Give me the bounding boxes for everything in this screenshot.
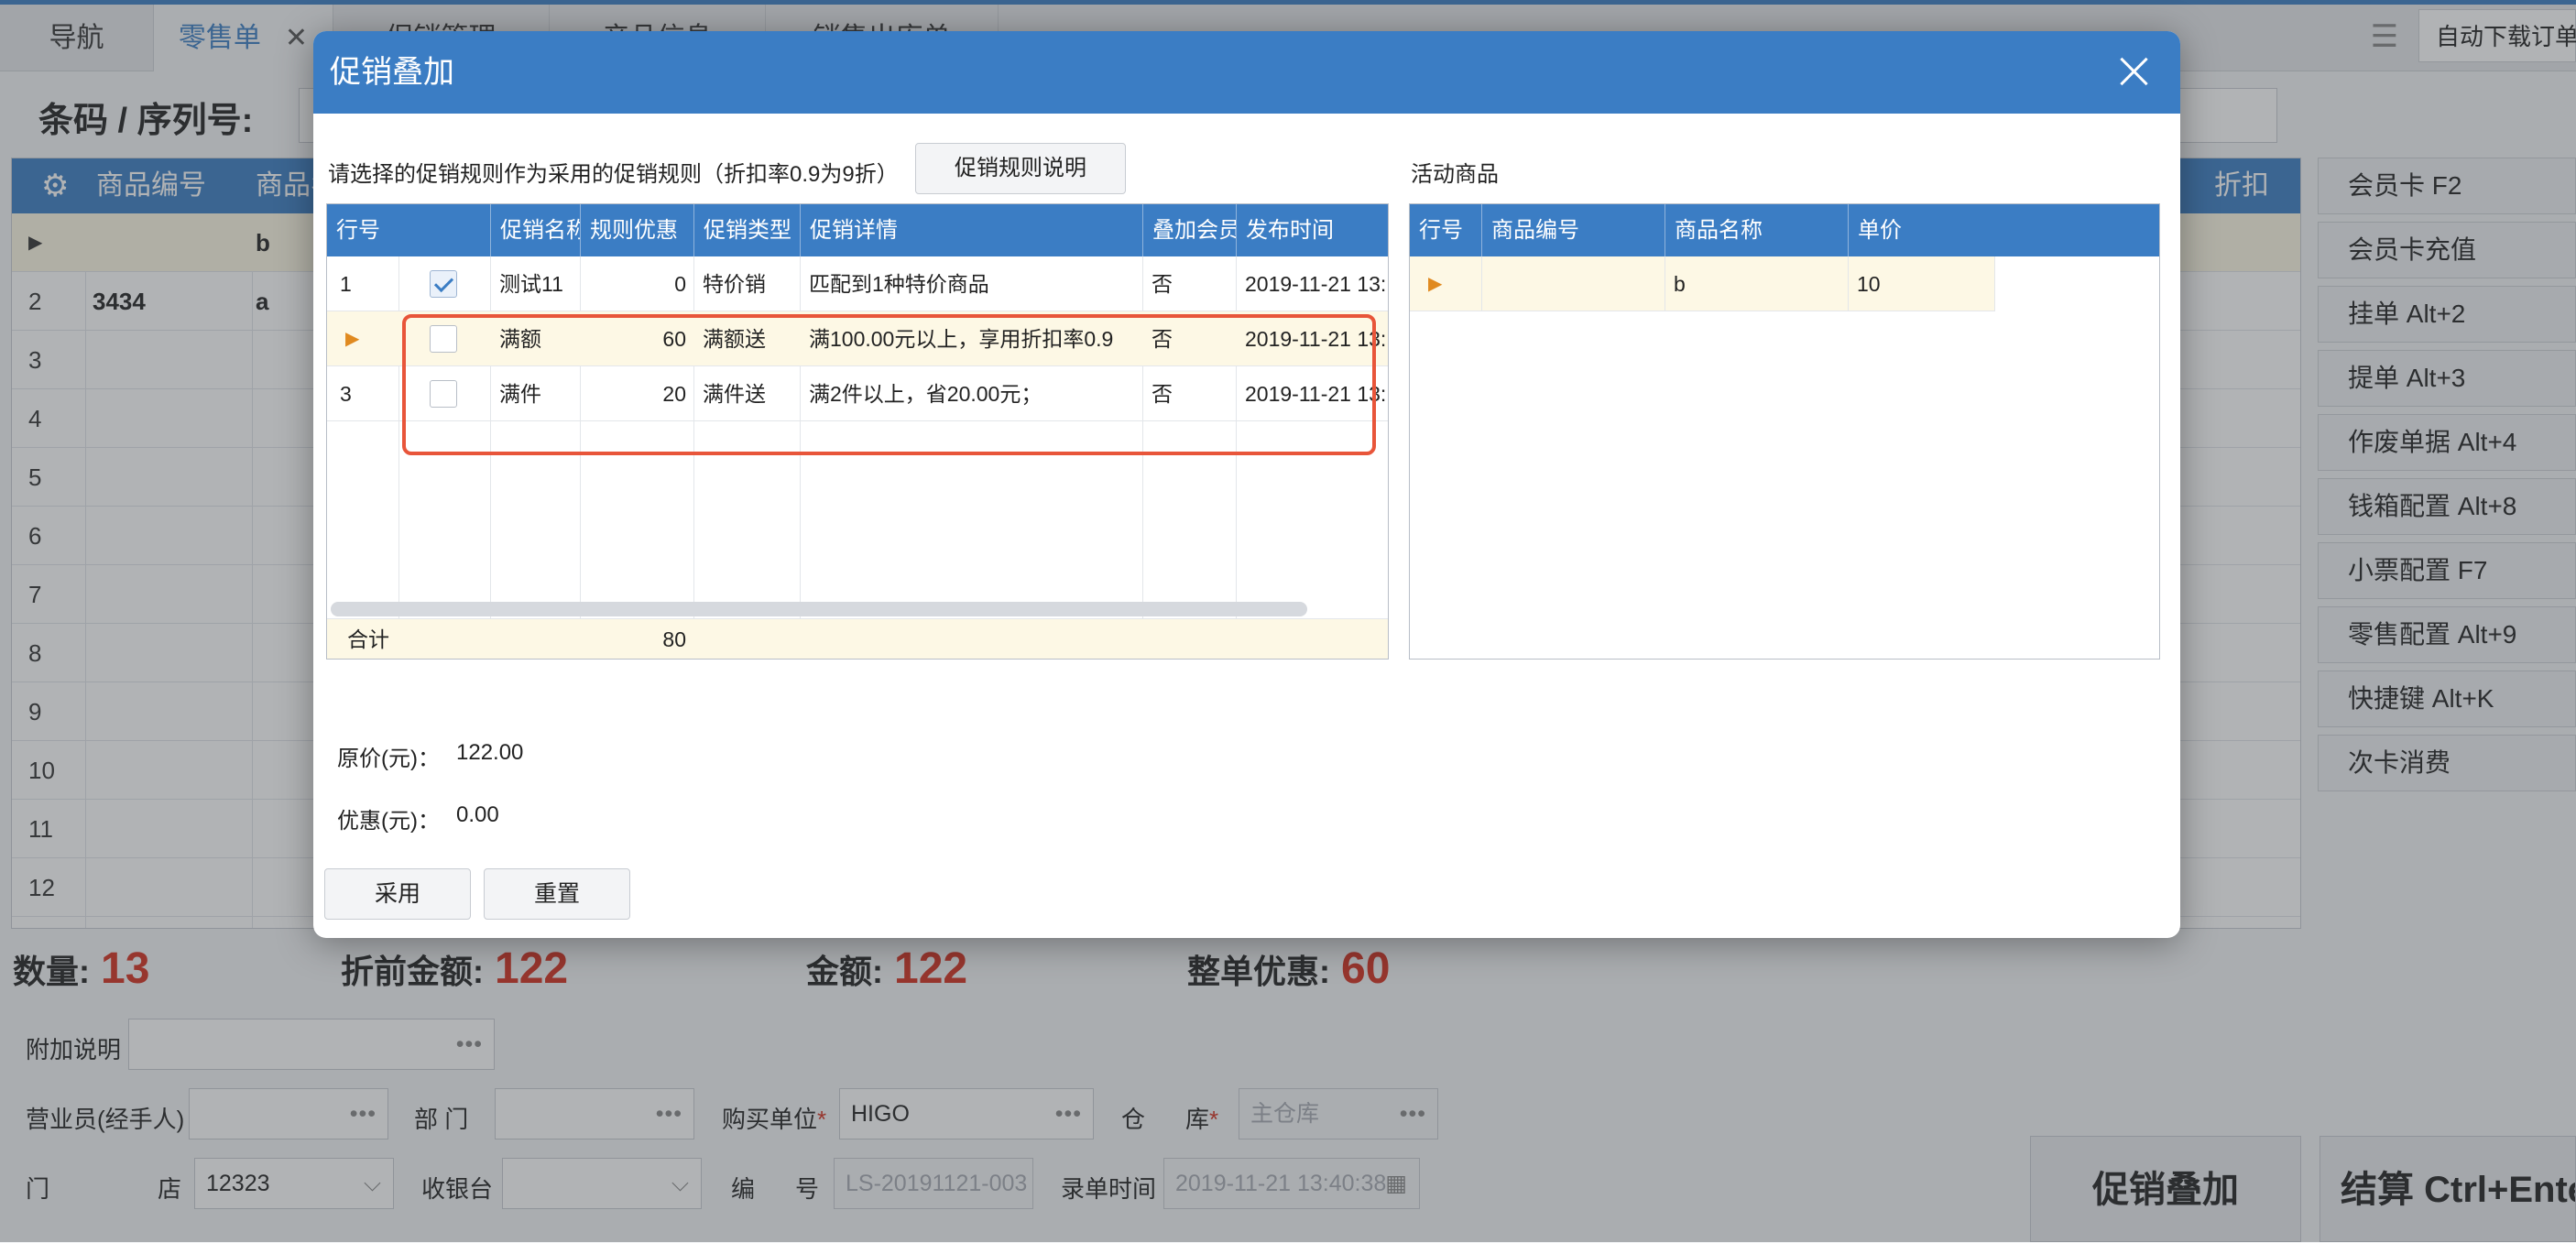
total-label: 合计 (347, 627, 389, 651)
activity-goods-grid: 行号 商品编号 商品名称 单价 ▶ b 10 (1409, 203, 2160, 660)
promo-stack-dialog: 促销叠加 请选择的促销规则作为采用的促销规则（折扣率0.9为9折） 促销规则说明… (313, 31, 2180, 938)
table-row[interactable]: 1 测试11 0 特价销 匹配到1种特价商品 否 2019-11-21 13: (327, 256, 1388, 311)
horizontal-scrollbar[interactable] (331, 602, 1307, 616)
original-price-label: 原价(元)： (337, 747, 440, 771)
close-icon[interactable] (2112, 49, 2156, 93)
dialog-title: 促销叠加 (330, 55, 454, 90)
apply-button[interactable]: 采用 (324, 868, 471, 920)
table-row[interactable]: ▶ b 10 (1410, 256, 1994, 311)
cell-rule-discount: 0 (674, 272, 686, 296)
header-publish-time: 发布时间 (1236, 204, 1388, 256)
highlight-box (402, 314, 1376, 455)
header-unit-price: 单价 (1848, 204, 1994, 256)
cell-promo-name: 测试11 (499, 272, 563, 296)
cell-promo-detail: 匹配到1种特价商品 (809, 272, 989, 296)
rule-explanation-button[interactable]: 促销规则说明 (915, 143, 1126, 194)
rules-total-row: 合计 80 (327, 618, 1388, 659)
header-promo-name: 促销名称 (490, 204, 580, 256)
cell-stack-member: 否 (1152, 272, 1173, 296)
goods-grid-header: 行号 商品编号 商品名称 单价 (1410, 204, 2159, 256)
cell-publish-time: 2019-11-21 13: (1245, 272, 1387, 296)
discount-price-label: 优惠(元)： (337, 809, 440, 834)
dialog-header: 促销叠加 (313, 31, 2180, 114)
header-promo-type: 促销类型 (693, 204, 800, 256)
rules-grid-header: 行号 促销名称 规则优惠 促销类型 促销详情 叠加会员 发布时间 (327, 204, 1388, 256)
cell-unit-price: 10 (1857, 272, 1881, 296)
header-row-no: 行号 (1419, 218, 1463, 243)
total-value: 80 (662, 627, 686, 651)
header-stack-member: 叠加会员 (1142, 204, 1236, 256)
rule-checkbox[interactable] (430, 270, 457, 298)
header-rule-discount: 规则优惠 (580, 204, 693, 256)
discount-price-value: 0.00 (456, 802, 499, 827)
cell-row-no: 3 (340, 382, 352, 406)
reset-button[interactable]: 重置 (484, 868, 630, 920)
original-price-value: 122.00 (456, 740, 524, 765)
header-goods-code: 商品编号 (1481, 204, 1665, 256)
row-pointer-icon: ▶ (345, 329, 360, 349)
rules-hint: 请选择的促销规则作为采用的促销规则（折扣率0.9为9折） (328, 162, 899, 187)
cell-goods-name: b (1674, 272, 1686, 296)
header-goods-name: 商品名称 (1665, 204, 1848, 256)
header-row-no: 行号 (336, 218, 380, 243)
row-pointer-icon: ▶ (1428, 274, 1443, 294)
cell-row-no: 1 (340, 272, 352, 296)
header-promo-detail: 促销详情 (800, 204, 1142, 256)
cell-promo-type: 特价销 (703, 272, 766, 296)
activity-goods-title: 活动商品 (1411, 162, 1499, 187)
